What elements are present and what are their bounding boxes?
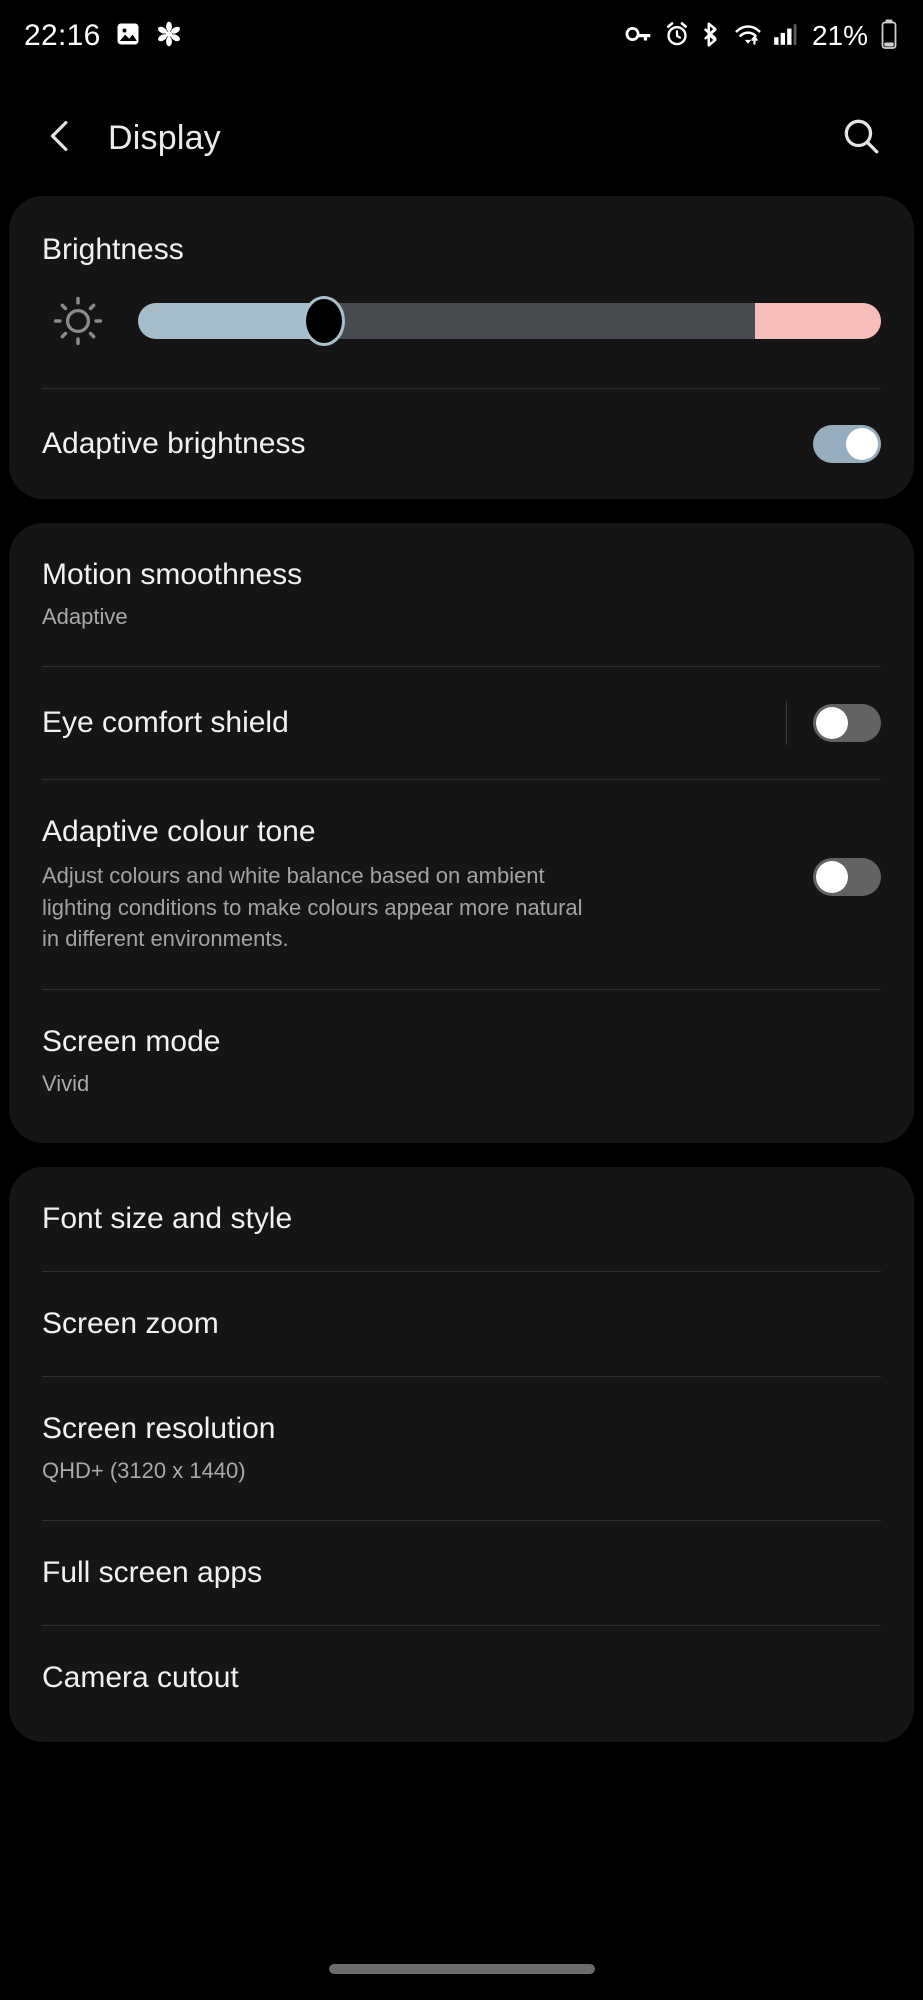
screen-mode-label: Screen mode [42,1025,221,1059]
adaptive-brightness-label: Adaptive brightness [42,427,306,460]
adaptive-colour-tone-label: Adaptive colour tone [42,814,316,848]
toggle-separator [786,700,787,745]
slider-fill [138,303,324,339]
brightness-slider[interactable] [138,296,881,346]
screen-zoom-row[interactable]: Screen zoom [42,1272,881,1376]
bluetooth-icon [701,21,723,52]
status-bar-left: 22:16 [24,19,183,53]
adaptive-brightness-row[interactable]: Adaptive brightness [42,389,881,499]
status-bar: 22:16 21% [0,0,923,72]
screen-resolution-row[interactable]: Screen resolution QHD+ (3120 x 1440) [42,1377,881,1520]
brightness-header-row: Brightness [42,196,881,268]
adaptive-colour-tone-toggle[interactable] [813,857,881,896]
settings-content: Brightness Adaptive brightness Motion sm… [0,196,923,1766]
full-screen-apps-label: Full screen apps [42,1555,263,1589]
toggle-knob [846,428,878,460]
toggle-knob [816,860,848,893]
screen-mode-row[interactable]: Screen mode Vivid [42,990,881,1143]
brightness-slider-row[interactable] [42,268,881,388]
asterisk-icon [155,20,183,53]
wifi-icon [734,21,762,52]
status-clock: 22:16 [24,19,101,52]
screen-resolution-value: QHD+ (3120 x 1440) [42,1458,246,1484]
image-icon [114,20,142,53]
search-icon [839,114,883,163]
slider-high-brightness-zone [754,303,881,339]
display-settings-screen: 22:16 21% Display Brightness Adaptive br… [0,0,923,2000]
page-title: Display [108,118,221,157]
eye-comfort-shield-control [786,700,881,745]
alarm-icon [664,21,690,52]
back-button[interactable] [36,114,84,162]
motion-smoothness-label: Motion smoothness [42,558,303,591]
adaptive-colour-tone-text: Adaptive colour tone Adjust colours and … [42,814,813,956]
vpn-key-icon [625,21,653,52]
brightness-title: Brightness [42,233,184,266]
camera-cutout-row[interactable]: Camera cutout [42,1626,881,1742]
brightness-sun-icon [42,294,114,348]
eye-comfort-shield-label: Eye comfort shield [42,705,289,739]
font-size-and-style-label: Font size and style [42,1202,293,1236]
slider-thumb[interactable] [302,296,345,346]
adaptive-colour-tone-row[interactable]: Adaptive colour tone Adjust colours and … [42,780,881,990]
status-bar-right: 21% [625,19,899,54]
chevron-left-icon [40,116,80,161]
toggle-knob [816,706,848,739]
full-screen-apps-row[interactable]: Full screen apps [42,1521,881,1625]
signal-icon [773,21,797,52]
eye-comfort-shield-toggle[interactable] [813,703,881,742]
adaptive-brightness-toggle[interactable] [813,425,881,463]
search-button[interactable] [835,112,887,164]
eye-comfort-shield-row[interactable]: Eye comfort shield [42,667,881,779]
home-gesture-bar[interactable] [328,1964,595,1974]
motion-smoothness-row[interactable]: Motion smoothness Adaptive [42,523,881,666]
app-bar: Display [0,96,923,180]
motion-smoothness-value: Adaptive [42,604,128,629]
screen-zoom-label: Screen zoom [42,1307,219,1341]
screen-resolution-label: Screen resolution [42,1412,276,1446]
layout-card: Font size and style Screen zoom Screen r… [9,1167,914,1742]
camera-cutout-label: Camera cutout [42,1660,239,1694]
display-quality-card: Motion smoothness Adaptive Eye comfort s… [9,523,914,1144]
screen-mode-value: Vivid [42,1071,90,1097]
brightness-card: Brightness Adaptive brightness [9,196,914,499]
battery-percent-label: 21% [811,20,868,51]
font-size-and-style-row[interactable]: Font size and style [42,1167,881,1271]
adaptive-colour-tone-description: Adjust colours and white balance based o… [42,862,583,952]
battery-icon [879,19,899,54]
